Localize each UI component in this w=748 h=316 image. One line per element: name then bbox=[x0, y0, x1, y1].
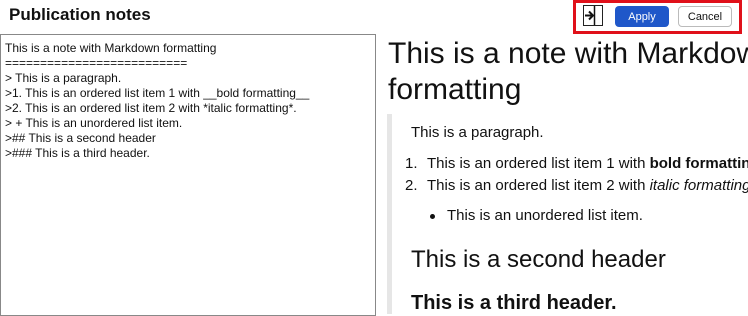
list-item-bold-text: bold formatting bbox=[649, 155, 748, 172]
cancel-button[interactable]: Cancel bbox=[678, 6, 732, 27]
ordered-list-item: 1. This is an ordered list item 1 with b… bbox=[405, 155, 748, 172]
collapse-panel-icon bbox=[585, 6, 596, 25]
ordered-list-item: 2. This is an ordered list item 2 with i… bbox=[405, 177, 748, 194]
list-number: 1. bbox=[405, 155, 418, 172]
unordered-list-item: This is an unordered list item. bbox=[430, 207, 643, 224]
list-item-text: This is an unordered list item. bbox=[447, 207, 643, 224]
list-item-text: This is an ordered list item 1 with bbox=[427, 155, 650, 172]
header-bar: Publication notes Apply Cancel bbox=[0, 0, 748, 34]
blockquote-bar bbox=[387, 114, 392, 314]
preview-paragraph: This is a paragraph. bbox=[411, 124, 544, 141]
preview-heading-2: This is a second header bbox=[411, 246, 666, 273]
apply-button[interactable]: Apply bbox=[615, 6, 669, 27]
list-item-text: This is an ordered list item 2 with bbox=[427, 177, 650, 194]
page-title: Publication notes bbox=[9, 5, 151, 24]
preview-heading-3: This is a third header. bbox=[411, 292, 617, 314]
collapse-panel-button[interactable] bbox=[583, 5, 603, 26]
markdown-editor[interactable]: This is a note with Markdown formatting … bbox=[0, 34, 376, 316]
preview-heading-1: This is a note with Markdown formatting bbox=[388, 37, 748, 106]
list-number: 2. bbox=[405, 177, 418, 194]
bullet-icon bbox=[430, 214, 435, 219]
list-item-italic-text: italic formatting bbox=[649, 177, 748, 194]
markdown-preview: This is a note with Markdown formatting … bbox=[379, 34, 748, 314]
